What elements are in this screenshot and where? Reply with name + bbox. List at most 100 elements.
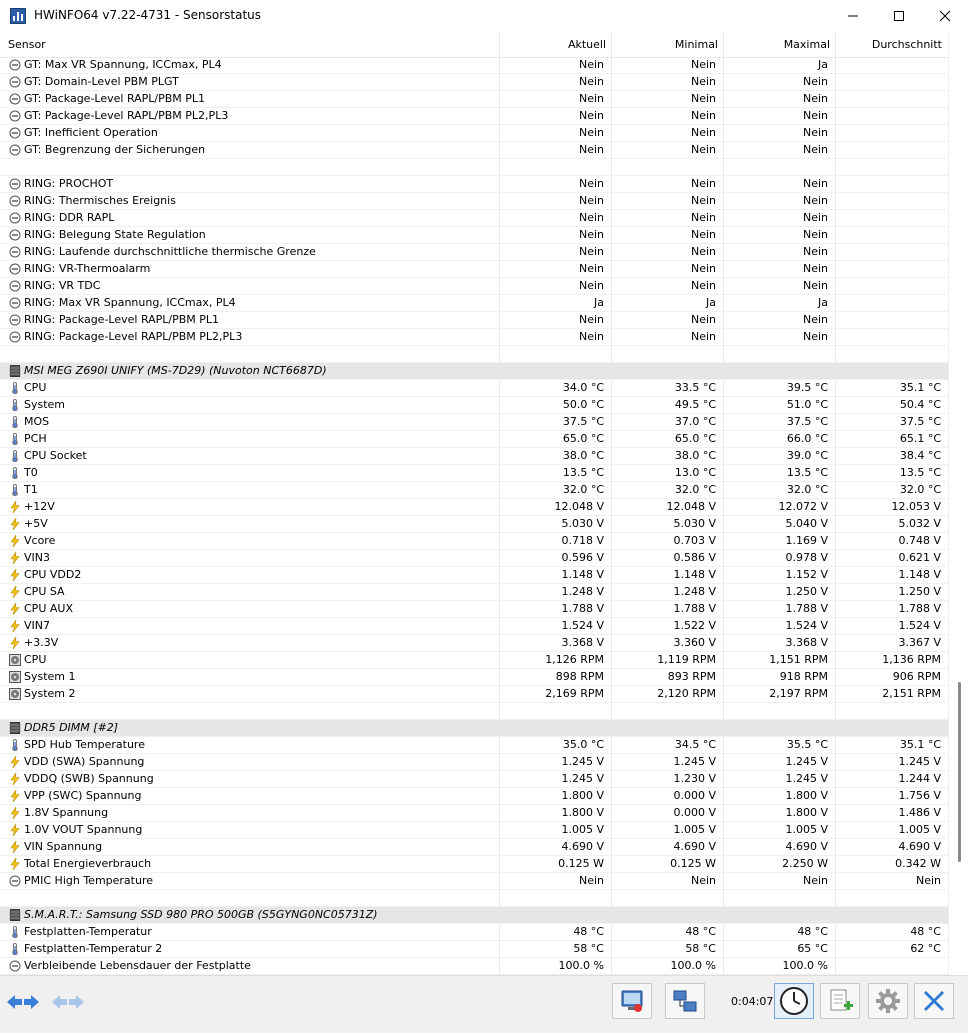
value-average: 1,136 RPM [882, 653, 941, 666]
value-maximum: Nein [802, 75, 828, 88]
value-current: 4.690 V [561, 840, 604, 853]
table-row[interactable]: VIN7 1.524 V 1.522 V 1.524 V 1.524 V [0, 618, 948, 635]
table-row[interactable]: RING: Thermisches Ereignis Nein Nein Nein [0, 193, 948, 210]
sensor-group-header[interactable]: S.M.A.R.T.: Samsung SSD 980 PRO 500GB (S… [0, 907, 948, 924]
table-row[interactable]: RING: DDR RAPL Nein Nein Nein [0, 210, 948, 227]
table-row[interactable]: GT: Package-Level RAPL/PBM PL1 Nein Nein Ne… [0, 91, 948, 108]
table-row[interactable]: Festplatten-Temperatur 2 58 °C 58 °C 65 °C 6… [0, 941, 948, 958]
column-header-minimum[interactable]: Minimal [675, 38, 718, 51]
table-row[interactable]: RING: PROCHOT Nein Nein Nein [0, 176, 948, 193]
sensor-label: RING: Package-Level RAPL/PBM PL2,PL3 [24, 330, 243, 343]
table-row[interactable]: System 50.0 °C 49.5 °C 51.0 °C 50.4 °C [0, 397, 948, 414]
value-minimum: Nein [690, 177, 716, 190]
table-row[interactable]: Vcore 0.718 V 0.703 V 1.169 V 0.748 V [0, 533, 948, 550]
value-minimum: 13.0 °C [674, 466, 716, 479]
table-row[interactable]: PCH 65.0 °C 65.0 °C 66.0 °C 65.1 °C [0, 431, 948, 448]
table-row[interactable]: VPP (SWC) Spannung 1.800 V 0.000 V 1.800 V 1… [0, 788, 948, 805]
title-bar[interactable]: HWiNFO64 v7.22-4731 - Sensorstatus [0, 0, 968, 33]
column-header-average[interactable]: Durchschnitt [872, 38, 942, 51]
report-button[interactable] [612, 983, 652, 1019]
status-icon [9, 110, 21, 122]
table-row[interactable]: System 2 2,169 RPM 2,120 RPM 2,197 RPM 2,151… [0, 686, 948, 703]
table-row[interactable]: PMIC High Temperature Nein Nein Nein Nein [0, 873, 948, 890]
value-minimum: 0.586 V [673, 551, 716, 564]
value-minimum: 37.0 °C [674, 415, 716, 428]
table-row[interactable]: CPU 1,126 RPM 1,119 RPM 1,151 RPM 1,136 RPM [0, 652, 948, 669]
maximize-button[interactable] [876, 0, 922, 32]
value-minimum: 3.360 V [673, 636, 716, 649]
table-row[interactable]: GT: Package-Level RAPL/PBM PL2,PL3 Nein Ne… [0, 108, 948, 125]
table-row[interactable]: GT: Begrenzung der Sicherungen Nein Nein Ne… [0, 142, 948, 159]
table-row[interactable]: RING: Package-Level RAPL/PBM PL2,PL3 Nein… [0, 329, 948, 346]
value-average: 5.032 V [898, 517, 941, 530]
table-row[interactable]: SPD Hub Temperature 35.0 °C 34.5 °C 35.5 °C… [0, 737, 948, 754]
value-maximum: 100.0 % [782, 959, 828, 972]
sensor-group-header[interactable]: MSI MEG Z690I UNIFY (MS-7D29) (Nuvoton N… [0, 363, 948, 380]
table-row[interactable]: RING: Package-Level RAPL/PBM PL1 Nein Nein… [0, 312, 948, 329]
table-row[interactable]: GT: Inefficient Operation Nein Nein Nein [0, 125, 948, 142]
table-row[interactable]: T0 13.5 °C 13.0 °C 13.5 °C 13.5 °C [0, 465, 948, 482]
table-row[interactable]: RING: Laufende durchschnittliche thermis… [0, 244, 948, 261]
table-row[interactable]: VDDQ (SWB) Spannung 1.245 V 1.230 V 1.245 V… [0, 771, 948, 788]
lightning-bolt-icon [9, 584, 21, 599]
sensor-label: +5V [24, 517, 48, 530]
scrollbar-thumb[interactable] [958, 682, 961, 862]
column-header-maximum[interactable]: Maximal [784, 38, 830, 51]
value-current: Nein [578, 92, 604, 105]
table-row[interactable]: GT: Domain-Level PBM PLGT Nein Nein Nein [0, 74, 948, 91]
column-header-sensor[interactable]: Sensor [8, 38, 46, 51]
table-row[interactable]: CPU AUX 1.788 V 1.788 V 1.788 V 1.788 V [0, 601, 948, 618]
table-row[interactable]: CPU Socket 38.0 °C 38.0 °C 39.0 °C 38.4 °C [0, 448, 948, 465]
table-row[interactable]: 1.0V VOUT Spannung 1.005 V 1.005 V 1.005 V 1… [0, 822, 948, 839]
value-maximum: Nein [802, 313, 828, 326]
table-row[interactable]: RING: Max VR Spannung, ICCmax, PL4 Ja Ja Ja [0, 295, 948, 312]
table-row[interactable]: 1.8V Spannung 1.800 V 0.000 V 1.800 V 1.486 … [0, 805, 948, 822]
network-button[interactable] [665, 983, 705, 1019]
logging-button[interactable] [820, 983, 860, 1019]
sensor-table[interactable]: GT: Max VR Spannung, ICCmax, PL4 Nein Nein… [0, 57, 948, 975]
value-minimum: 32.0 °C [674, 483, 716, 496]
value-current: Nein [578, 330, 604, 343]
close-sensors-button[interactable] [914, 983, 954, 1019]
navigate-left-right-disabled-button[interactable] [50, 992, 86, 1015]
column-header-current[interactable]: Aktuell [568, 38, 606, 51]
table-row[interactable]: +3.3V 3.368 V 3.360 V 3.368 V 3.367 V [0, 635, 948, 652]
value-current: Nein [578, 58, 604, 71]
table-row[interactable]: Verbleibende Lebensdauer der Festplatte 1… [0, 958, 948, 975]
table-row[interactable]: RING: Belegung State Regulation Nein Nein N… [0, 227, 948, 244]
table-row[interactable]: T1 32.0 °C 32.0 °C 32.0 °C 32.0 °C [0, 482, 948, 499]
table-row[interactable]: Festplatten-Temperatur 48 °C 48 °C 48 °C 48 … [0, 924, 948, 941]
table-row[interactable]: RING: VR-Thermoalarm Nein Nein Nein [0, 261, 948, 278]
table-row[interactable]: GT: Max VR Spannung, ICCmax, PL4 Nein Nein… [0, 57, 948, 74]
table-row[interactable]: CPU VDD2 1.148 V 1.148 V 1.152 V 1.148 V [0, 567, 948, 584]
table-row[interactable]: RING: VR TDC Nein Nein Nein [0, 278, 948, 295]
reset-timer-button[interactable] [774, 983, 814, 1019]
value-minimum: 1,119 RPM [657, 653, 716, 666]
minimize-button[interactable] [830, 0, 876, 32]
thermometer-icon [9, 484, 21, 497]
settings-button[interactable] [868, 983, 908, 1019]
sensor-label: System [24, 398, 66, 411]
table-row[interactable]: Total Energieverbrauch 0.125 W 0.125 W 2.25… [0, 856, 948, 873]
navigate-left-right-button[interactable] [5, 992, 41, 1015]
table-row[interactable]: VIN Spannung 4.690 V 4.690 V 4.690 V 4.690 V [0, 839, 948, 856]
value-maximum: 32.0 °C [786, 483, 828, 496]
value-maximum: 1.245 V [785, 755, 828, 768]
table-row[interactable]: CPU SA 1.248 V 1.248 V 1.250 V 1.250 V [0, 584, 948, 601]
table-row[interactable]: System 1 898 RPM 893 RPM 918 RPM 906 RPM [0, 669, 948, 686]
sensor-group-header[interactable]: DDR5 DIMM [#2] [0, 720, 948, 737]
vertical-scrollbar[interactable] [948, 32, 968, 975]
table-row[interactable]: CPU 34.0 °C 33.5 °C 39.5 °C 35.1 °C [0, 380, 948, 397]
thermometer-icon [9, 399, 21, 412]
status-icon [9, 178, 21, 190]
table-row[interactable]: MOS 37.5 °C 37.0 °C 37.5 °C 37.5 °C [0, 414, 948, 431]
gear-icon [876, 989, 900, 1013]
value-average: 3.367 V [898, 636, 941, 649]
value-current: 65.0 °C [562, 432, 604, 445]
table-row[interactable]: VIN3 0.596 V 0.586 V 0.978 V 0.621 V [0, 550, 948, 567]
close-button[interactable] [922, 0, 968, 32]
table-row[interactable]: +12V 12.048 V 12.048 V 12.072 V 12.053 V [0, 499, 948, 516]
table-row[interactable]: VDD (SWA) Spannung 1.245 V 1.245 V 1.245 V 1… [0, 754, 948, 771]
status-icon [9, 263, 21, 275]
table-row[interactable]: +5V 5.030 V 5.030 V 5.040 V 5.032 V [0, 516, 948, 533]
